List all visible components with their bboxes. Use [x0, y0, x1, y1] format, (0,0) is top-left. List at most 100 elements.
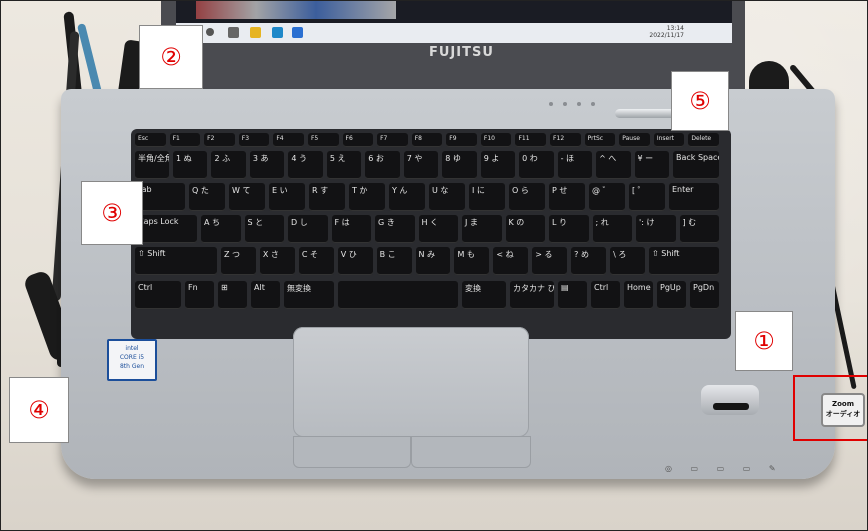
app-icon	[292, 27, 303, 38]
intel-sticker: intel CORE i5 8th Gen	[107, 339, 157, 381]
key-ctrl-12[interactable]: PgDn	[690, 281, 719, 309]
key-ctrl-3[interactable]: Alt	[251, 281, 280, 309]
key-z-5[interactable]: B こ	[376, 247, 412, 275]
key-fn-12[interactable]: F12	[550, 133, 581, 147]
key-a-11[interactable]: ': け	[636, 215, 676, 243]
key-num-13[interactable]: ¥ ー	[634, 151, 669, 179]
key-num-11[interactable]: - ほ	[557, 151, 593, 179]
key-a-8[interactable]: K の	[505, 215, 545, 243]
key-fn-11[interactable]: F11	[515, 133, 547, 147]
key-a-0[interactable]: Caps Lock	[135, 215, 197, 243]
key-fn-0[interactable]: Esc	[135, 133, 166, 147]
key-num-10[interactable]: 0 わ	[519, 151, 554, 179]
key-z-3[interactable]: C そ	[298, 247, 334, 275]
key-a-5[interactable]: G き	[375, 215, 415, 243]
key-label: V ひ	[340, 250, 357, 259]
key-a-10[interactable]: ; れ	[592, 215, 632, 243]
key-q-10[interactable]: P せ	[549, 183, 585, 211]
key-num-8[interactable]: 8 ゆ	[442, 151, 477, 179]
key-q-7[interactable]: U な	[429, 183, 465, 211]
key-fn-3[interactable]: F3	[238, 133, 270, 147]
key-num-9[interactable]: 9 よ	[480, 151, 516, 179]
key-fn-1[interactable]: F1	[169, 133, 201, 147]
key-label: 1 ぬ	[176, 154, 192, 163]
touchpad[interactable]	[293, 327, 529, 437]
key-q-11[interactable]: @ ゛	[589, 183, 625, 211]
key-num-2[interactable]: 2 ふ	[211, 151, 246, 179]
key-num-7[interactable]: 7 や	[403, 151, 439, 179]
fingerprint-sensor[interactable]	[701, 385, 759, 415]
key-q-12[interactable]: [ ゜	[629, 183, 665, 211]
zoom-audio-sticker: Zoom オーディオ	[821, 393, 865, 427]
key-num-5[interactable]: 5 え	[326, 151, 362, 179]
key-fn-9[interactable]: F9	[446, 133, 477, 147]
key-num-6[interactable]: 6 お	[365, 151, 400, 179]
key-z-12[interactable]: ⇧ Shift	[649, 247, 719, 275]
key-a-1[interactable]: A ち	[201, 215, 241, 243]
key-ctrl-2[interactable]: ⊞	[218, 281, 247, 309]
desktop-wallpaper	[196, 1, 396, 19]
key-label: O ら	[512, 186, 529, 195]
key-ctrl-10[interactable]: Home	[624, 281, 653, 309]
key-num-0[interactable]: 半角/全角	[135, 151, 169, 179]
key-fn-2[interactable]: F2	[204, 133, 235, 147]
key-z-11[interactable]: \ ろ	[610, 247, 645, 275]
key-num-1[interactable]: 1 ぬ	[173, 151, 208, 179]
key-fn-4[interactable]: F4	[273, 133, 304, 147]
key-z-9[interactable]: > る	[532, 247, 568, 275]
key-num-14[interactable]: Back Space	[673, 151, 719, 179]
key-ctrl-9[interactable]: Ctrl	[591, 281, 620, 309]
key-fn-7[interactable]: F7	[377, 133, 408, 147]
key-q-2[interactable]: W て	[229, 183, 265, 211]
key-q-13[interactable]: Enter	[669, 183, 719, 211]
key-fn-13[interactable]: PrtSc	[584, 133, 616, 147]
key-fn-5[interactable]: F5	[307, 133, 339, 147]
key-ctrl-8[interactable]: ▤	[558, 281, 587, 309]
key-a-4[interactable]: F は	[331, 215, 371, 243]
key-ctrl-0[interactable]: Ctrl	[135, 281, 181, 309]
key-a-9[interactable]: L り	[549, 215, 589, 243]
key-z-8[interactable]: < ね	[493, 247, 529, 275]
key-z-6[interactable]: N み	[415, 247, 451, 275]
key-q-9[interactable]: O ら	[509, 183, 545, 211]
key-q-1[interactable]: Q た	[189, 183, 225, 211]
key-a-6[interactable]: H く	[418, 215, 458, 243]
key-z-1[interactable]: Z つ	[221, 247, 256, 275]
key-a-3[interactable]: D し	[288, 215, 328, 243]
key-q-5[interactable]: T か	[349, 183, 385, 211]
key-num-3[interactable]: 3 あ	[249, 151, 285, 179]
key-ctrl-11[interactable]: PgUp	[657, 281, 686, 309]
touchpad-right-button[interactable]	[411, 436, 531, 468]
key-fn-16[interactable]: Delete	[688, 133, 719, 147]
key-ctrl-6[interactable]: 変換	[462, 281, 506, 309]
key-a-2[interactable]: S と	[244, 215, 284, 243]
key-z-10[interactable]: ? め	[571, 247, 607, 275]
key-fn-8[interactable]: F8	[411, 133, 443, 147]
key-fn-14[interactable]: Pause	[619, 133, 650, 147]
key-fn-10[interactable]: F10	[480, 133, 512, 147]
key-ctrl-1[interactable]: Fn	[185, 281, 214, 309]
key-label: Insert	[656, 135, 675, 142]
key-q-3[interactable]: E い	[269, 183, 305, 211]
key-z-4[interactable]: V ひ	[337, 247, 373, 275]
key-a-12[interactable]: ] む	[679, 215, 719, 243]
key-num-12[interactable]: ^ へ	[596, 151, 631, 179]
key-fn-6[interactable]: F6	[342, 133, 374, 147]
key-q-4[interactable]: R す	[309, 183, 345, 211]
key-a-7[interactable]: J ま	[462, 215, 502, 243]
key-z-0[interactable]: ⇧ Shift	[135, 247, 217, 275]
power-button[interactable]	[615, 109, 677, 118]
key-num-4[interactable]: 4 う	[288, 151, 323, 179]
key-ctrl-7[interactable]: カタカナ ひらがな	[510, 281, 554, 309]
key-fn-15[interactable]: Insert	[653, 133, 685, 147]
key-q-8[interactable]: I に	[469, 183, 505, 211]
key-label: ¥ ー	[637, 154, 654, 163]
key-z-7[interactable]: M も	[454, 247, 490, 275]
key-q-6[interactable]: Y ん	[389, 183, 425, 211]
key-ctrl-4[interactable]: 無変換	[284, 281, 334, 309]
touchpad-left-button[interactable]	[293, 436, 411, 468]
key-label: Ctrl	[138, 283, 153, 292]
key-ctrl-5[interactable]	[338, 281, 458, 309]
key-z-2[interactable]: X さ	[259, 247, 295, 275]
status-led	[549, 102, 553, 106]
